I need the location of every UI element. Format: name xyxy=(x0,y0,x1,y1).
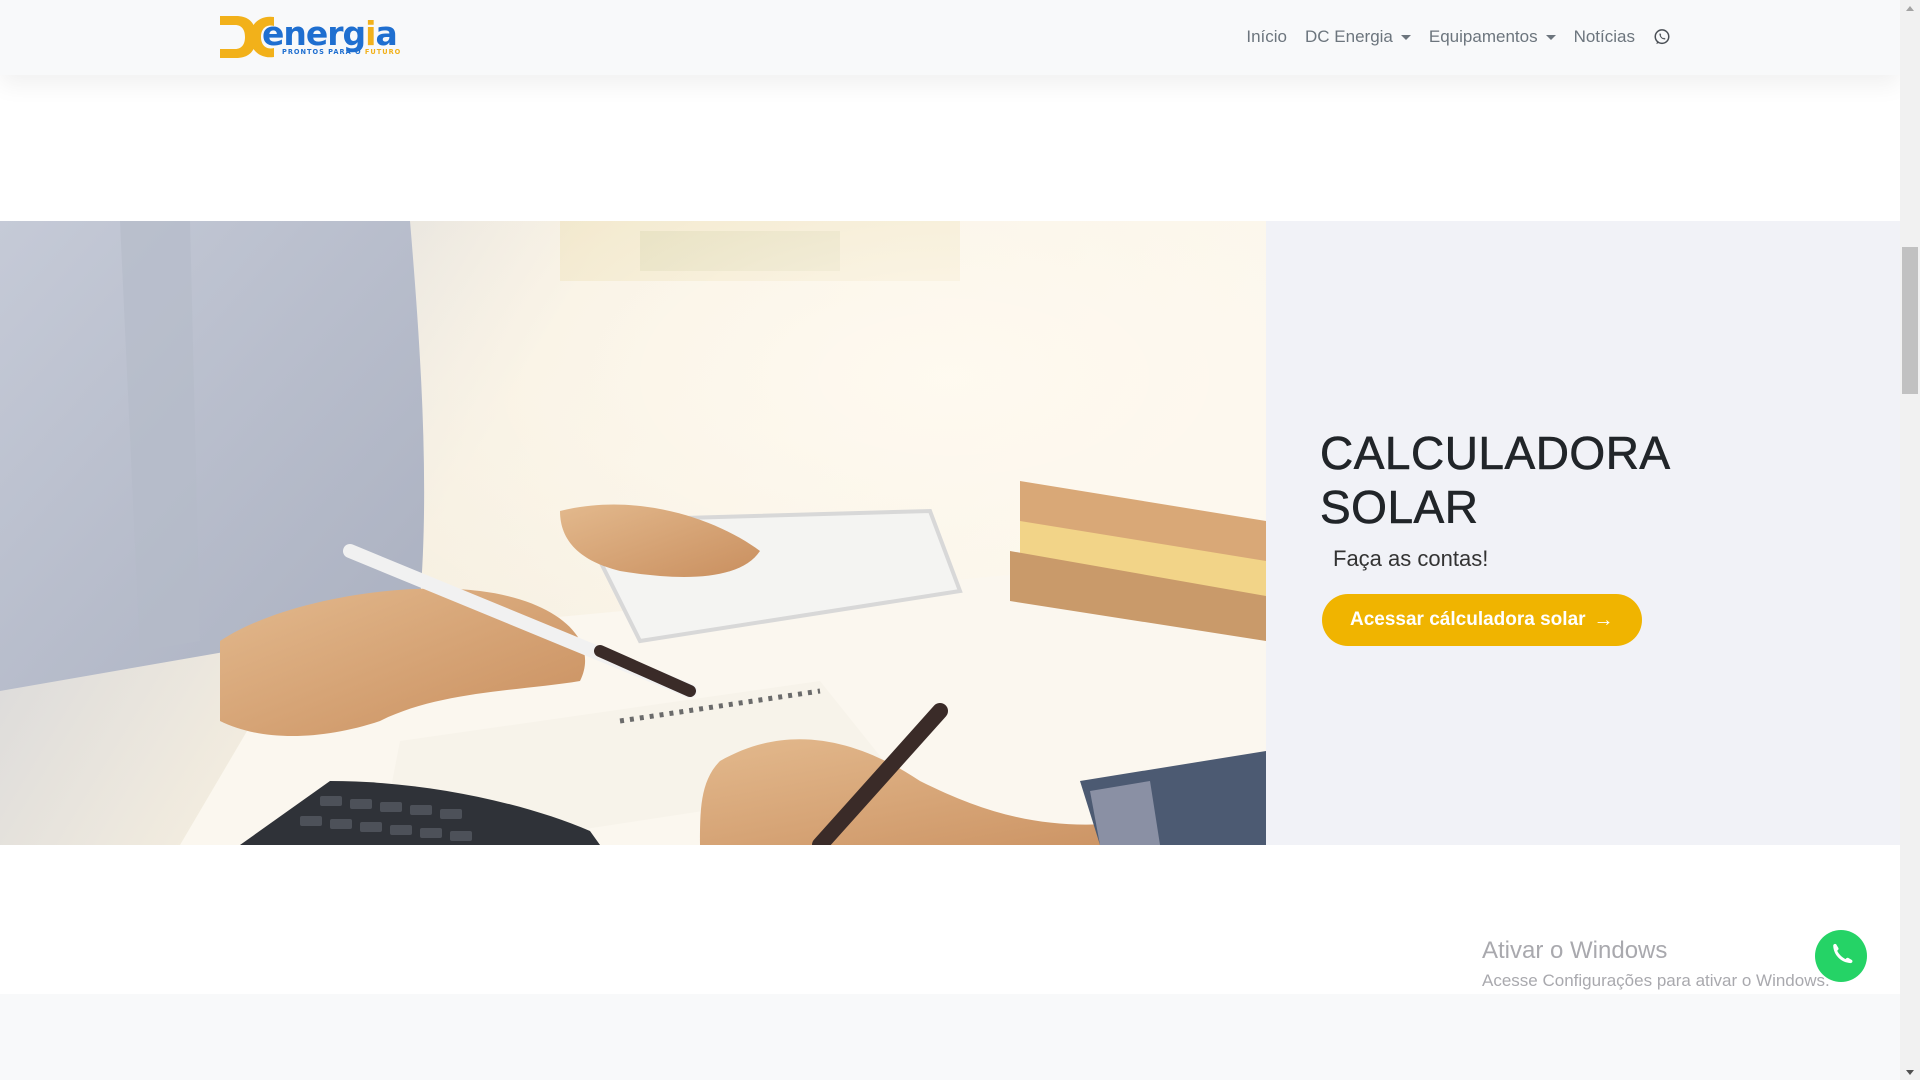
windows-activation-watermark: Ativar o Windows Acesse Configurações pa… xyxy=(1482,937,1830,991)
nav-dropdown-dc-energia[interactable]: DC Energia xyxy=(1305,27,1411,47)
scrollbar-thumb[interactable] xyxy=(1902,247,1918,394)
whatsapp-icon xyxy=(1833,943,1853,964)
whatsapp-icon[interactable] xyxy=(1653,28,1671,46)
button-label: Acessar cálculadora solar xyxy=(1350,609,1586,630)
hero-content: CALCULADORA SOLAR Faça as contas! Acessa… xyxy=(1320,426,1820,646)
nav-link-inicio[interactable]: Início xyxy=(1246,27,1287,47)
vertical-scrollbar[interactable] xyxy=(1900,0,1920,1080)
scroll-down-arrow-icon[interactable] xyxy=(1900,1064,1920,1080)
nav-link-label: DC Energia xyxy=(1305,27,1393,46)
whatsapp-glyph xyxy=(1654,29,1670,45)
hands-with-tablet-calculator-photo xyxy=(0,221,1266,845)
open-solar-calculator-button[interactable]: Acessar cálculadora solar → xyxy=(1322,594,1642,646)
page: energia PRONTOS PARA O FUTURO Início DC … xyxy=(0,0,1900,1080)
solar-calculator-section: CALCULADORA SOLAR Faça as contas! Acessa… xyxy=(0,221,1900,845)
watermark-subtitle: Acesse Configurações para ativar o Windo… xyxy=(1482,971,1830,990)
nav-link-label: Notícias xyxy=(1573,27,1635,46)
scroll-up-arrow-icon[interactable] xyxy=(1900,0,1920,16)
caret-down-icon xyxy=(1545,34,1556,40)
nav-dropdown-equipamentos[interactable]: Equipamentos xyxy=(1429,27,1556,47)
nav-link-label: Início xyxy=(1246,27,1288,46)
arrow-right-icon: → xyxy=(1593,608,1614,631)
logo-tagline: PRONTOS PARA O FUTURO xyxy=(282,48,402,56)
hero-title: CALCULADORA SOLAR xyxy=(1320,427,1669,534)
nav-link-noticias[interactable]: Notícias xyxy=(1574,27,1635,47)
hero-photo xyxy=(0,221,1266,845)
watermark-title: Ativar o Windows xyxy=(1482,937,1668,964)
hero-subtitle: Faça as contas! xyxy=(1333,546,1489,571)
caret-down-icon xyxy=(1400,34,1411,40)
navbar: energia PRONTOS PARA O FUTURO Início DC … xyxy=(0,0,1900,75)
dc-energia-logo[interactable]: energia PRONTOS PARA O FUTURO xyxy=(220,14,400,60)
nav-links: Início DC Energia Equipamentos Notícias xyxy=(1228,24,1671,50)
next-section-strip xyxy=(0,994,1900,1080)
nav-link-label: Equipamentos xyxy=(1428,27,1538,46)
floating-whatsapp-button[interactable] xyxy=(1815,930,1867,982)
